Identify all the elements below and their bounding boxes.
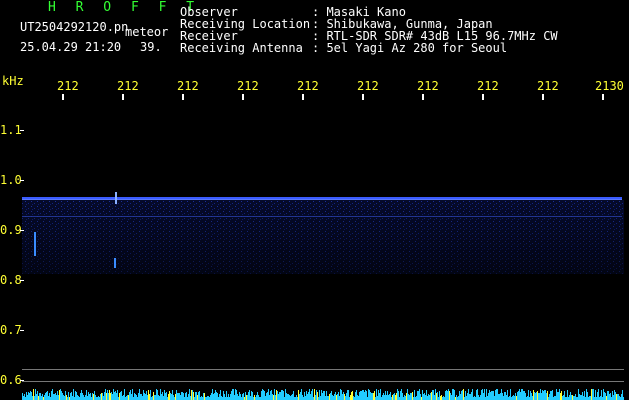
y-tick-mark bbox=[20, 230, 24, 231]
y-tick-mark bbox=[20, 330, 24, 331]
y-tick-label: 0.8 bbox=[0, 273, 22, 287]
app-title: H R O F F T bbox=[48, 0, 201, 15]
x-tick-mark bbox=[242, 94, 244, 100]
x-tick-mark bbox=[122, 94, 124, 100]
meteor-echo-1 bbox=[34, 232, 36, 256]
x-tick-label: 212 bbox=[177, 79, 199, 93]
x-tick-mark bbox=[182, 94, 184, 100]
y-tick-label: 0.6 bbox=[0, 373, 22, 387]
y-tick-label: 1.1 bbox=[0, 123, 22, 137]
x-tick-mark bbox=[422, 94, 424, 100]
y-tick-label: 0.9 bbox=[0, 223, 22, 237]
x-tick-label: 212 bbox=[117, 79, 139, 93]
reference-line-2 bbox=[22, 381, 624, 382]
x-tick-label: 212 bbox=[357, 79, 379, 93]
meteor-echo-3 bbox=[114, 258, 116, 268]
x-tick-mark bbox=[302, 94, 304, 100]
x-tick-label: 212 bbox=[537, 79, 559, 93]
y-tick-mark bbox=[20, 180, 24, 181]
y-tick-mark bbox=[20, 280, 24, 281]
x-tick-mark bbox=[602, 94, 604, 100]
x-tick-label: 212 bbox=[477, 79, 499, 93]
antenna-value: : 5el Yagi Az 280 for Seoul bbox=[312, 41, 508, 55]
reference-line-1 bbox=[22, 369, 624, 370]
secondary-line bbox=[22, 216, 622, 217]
y-tick-mark bbox=[20, 380, 24, 381]
spectrogram bbox=[22, 100, 625, 400]
x-tick-label: 2130 bbox=[595, 79, 624, 93]
count-label: 39. bbox=[140, 40, 162, 54]
y-tick-label: 1.0 bbox=[0, 173, 22, 187]
x-tick-label: 212 bbox=[417, 79, 439, 93]
x-tick-mark bbox=[482, 94, 484, 100]
x-tick-mark bbox=[542, 94, 544, 100]
y-tick-mark bbox=[20, 130, 24, 131]
y-tick-label: 0.7 bbox=[0, 323, 22, 337]
file-label: UT2504292120.pn bbox=[20, 20, 129, 34]
mode-label: meteor bbox=[125, 25, 169, 39]
x-tick-label: 212 bbox=[57, 79, 79, 93]
x-tick-mark bbox=[362, 94, 364, 100]
x-tick-mark bbox=[62, 94, 64, 100]
x-tick-label: 212 bbox=[237, 79, 259, 93]
y-axis-unit: kHz bbox=[2, 74, 24, 88]
antenna-label: Receiving Antenna bbox=[180, 41, 303, 55]
x-tick-label: 212 bbox=[297, 79, 319, 93]
meteor-echo-2 bbox=[115, 192, 117, 204]
datetime-label: 25.04.29 21:20 bbox=[20, 40, 122, 54]
